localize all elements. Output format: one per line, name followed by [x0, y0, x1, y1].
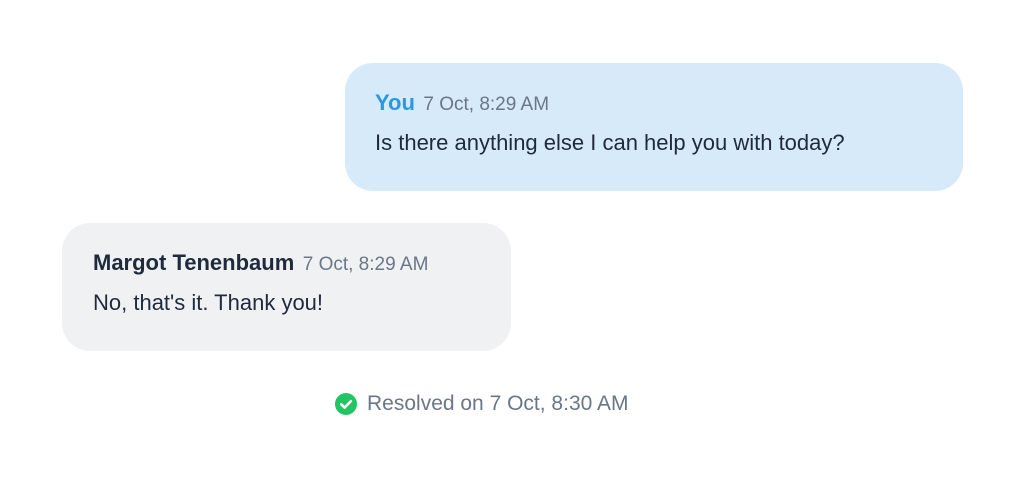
message-bubble-incoming: Margot Tenenbaum 7 Oct, 8:29 AM No, that… — [62, 223, 511, 351]
message-bubble-outgoing: You 7 Oct, 8:29 AM Is there anything els… — [345, 63, 963, 191]
message-header: You 7 Oct, 8:29 AM — [375, 89, 933, 117]
sender-name: You — [375, 90, 415, 115]
message-text: Is there anything else I can help you wi… — [375, 130, 845, 155]
check-circle-icon — [335, 393, 357, 415]
message-text: No, that's it. Thank you! — [93, 290, 324, 315]
conversation-thread: You 7 Oct, 8:29 AM Is there anything els… — [0, 0, 1024, 483]
message-header: Margot Tenenbaum 7 Oct, 8:29 AM — [93, 249, 480, 277]
message-timestamp: 7 Oct, 8:29 AM — [302, 254, 429, 275]
resolved-status: Resolved on 7 Oct, 8:30 AM — [335, 390, 628, 418]
message-timestamp: 7 Oct, 8:29 AM — [423, 94, 550, 115]
sender-name: Margot Tenenbaum — [93, 250, 295, 275]
resolved-status-text: Resolved on 7 Oct, 8:30 AM — [367, 392, 629, 415]
